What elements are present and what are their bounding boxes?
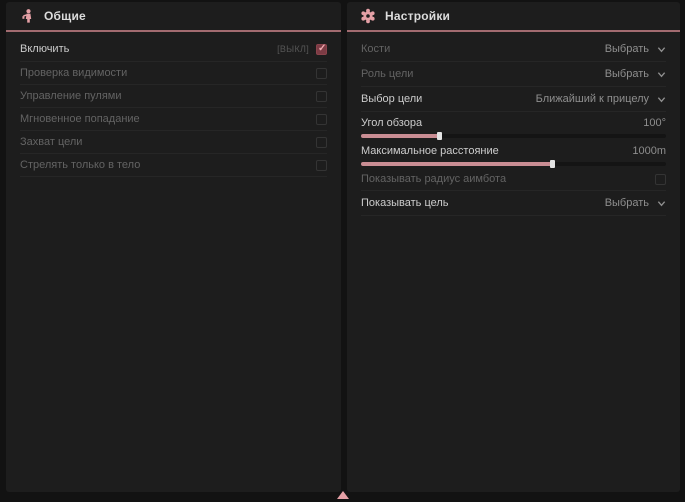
toggle-label: Включить bbox=[20, 43, 69, 55]
dropdown-value: Выбрать bbox=[605, 68, 649, 80]
fov-slider-fill bbox=[361, 134, 440, 138]
hotkey-badge: [ВЫКЛ] bbox=[277, 44, 309, 54]
bones-dropdown[interactable]: Выбрать bbox=[605, 43, 666, 55]
triangle-up-icon[interactable] bbox=[337, 491, 349, 499]
body-only-checkbox[interactable] bbox=[316, 160, 327, 171]
dropdown-row-target-role[interactable]: Роль цели Выбрать bbox=[361, 62, 666, 87]
toggle-row-enable[interactable]: Включить [ВЫКЛ] bbox=[20, 37, 327, 62]
dropdown-label: Выбор цели bbox=[361, 93, 422, 105]
dropdown-value: Ближайший к прицелу bbox=[536, 93, 649, 105]
toggle-row-show-aimbot-radius[interactable]: Показывать радиус аимбота bbox=[361, 168, 666, 191]
chevron-down-icon bbox=[657, 95, 666, 104]
dropdown-label: Показывать цель bbox=[361, 197, 449, 209]
fov-slider-thumb[interactable] bbox=[437, 132, 442, 140]
bullet-control-checkbox[interactable] bbox=[316, 91, 327, 102]
show-aimbot-radius-checkbox[interactable] bbox=[655, 174, 666, 185]
toggle-row-bullet-control[interactable]: Управление пулями bbox=[20, 85, 327, 108]
dropdown-value: Выбрать bbox=[605, 197, 649, 209]
slider-row-max-distance: Максимальное расстояние 1000m bbox=[361, 140, 666, 168]
dropdown-row-bones[interactable]: Кости Выбрать bbox=[361, 37, 666, 62]
toggle-row-body-only[interactable]: Стрелять только в тело bbox=[20, 154, 327, 177]
enable-checkbox[interactable] bbox=[316, 44, 327, 55]
toggle-label: Показывать радиус аимбота bbox=[361, 173, 506, 185]
gear-icon bbox=[360, 8, 376, 24]
dropdown-label: Кости bbox=[361, 43, 390, 55]
max-distance-slider-thumb[interactable] bbox=[550, 160, 555, 168]
chevron-down-icon bbox=[657, 199, 666, 208]
toggle-label: Захват цели bbox=[20, 136, 82, 148]
slider-value: 100° bbox=[643, 117, 666, 129]
fov-slider[interactable] bbox=[361, 134, 666, 138]
max-distance-slider-fill bbox=[361, 162, 553, 166]
panel-general-header: Общие bbox=[6, 2, 341, 32]
max-distance-slider[interactable] bbox=[361, 162, 666, 166]
panel-settings-header: Настройки bbox=[347, 2, 680, 32]
instant-hit-checkbox[interactable] bbox=[316, 114, 327, 125]
toggle-label: Проверка видимости bbox=[20, 67, 127, 79]
dropdown-label: Роль цели bbox=[361, 68, 413, 80]
panel-settings-title: Настройки bbox=[385, 9, 450, 23]
show-target-dropdown[interactable]: Выбрать bbox=[605, 197, 666, 209]
visibility-check-checkbox[interactable] bbox=[316, 68, 327, 79]
dropdown-value: Выбрать bbox=[605, 43, 649, 55]
panel-settings-rows: Кости Выбрать Роль цели Выбрать Выбор це… bbox=[347, 32, 680, 216]
target-selection-dropdown[interactable]: Ближайший к прицелу bbox=[536, 93, 666, 105]
toggle-label: Мгновенное попадание bbox=[20, 113, 140, 125]
aimbot-person-icon bbox=[19, 8, 35, 24]
toggle-label: Стрелять только в тело bbox=[20, 159, 140, 171]
chevron-down-icon bbox=[657, 45, 666, 54]
slider-label: Максимальное расстояние bbox=[361, 145, 499, 157]
panel-general-title: Общие bbox=[44, 9, 86, 23]
slider-value: 1000m bbox=[632, 145, 666, 157]
target-role-dropdown[interactable]: Выбрать bbox=[605, 68, 666, 80]
dropdown-row-target-selection[interactable]: Выбор цели Ближайший к прицелу bbox=[361, 87, 666, 112]
toggle-row-instant-hit[interactable]: Мгновенное попадание bbox=[20, 108, 327, 131]
panel-settings: Настройки Кости Выбрать Роль цели Выбрат… bbox=[347, 2, 680, 492]
slider-label: Угол обзора bbox=[361, 117, 422, 129]
panel-general: Общие Включить [ВЫКЛ] Проверка видимости… bbox=[6, 2, 341, 492]
target-lock-checkbox[interactable] bbox=[316, 137, 327, 148]
slider-row-fov: Угол обзора 100° bbox=[361, 112, 666, 140]
dropdown-row-show-target[interactable]: Показывать цель Выбрать bbox=[361, 191, 666, 216]
panel-general-rows: Включить [ВЫКЛ] Проверка видимости Управ… bbox=[6, 32, 341, 177]
toggle-row-target-lock[interactable]: Захват цели bbox=[20, 131, 327, 154]
chevron-down-icon bbox=[657, 70, 666, 79]
toggle-label: Управление пулями bbox=[20, 90, 122, 102]
toggle-row-visibility-check[interactable]: Проверка видимости bbox=[20, 62, 327, 85]
